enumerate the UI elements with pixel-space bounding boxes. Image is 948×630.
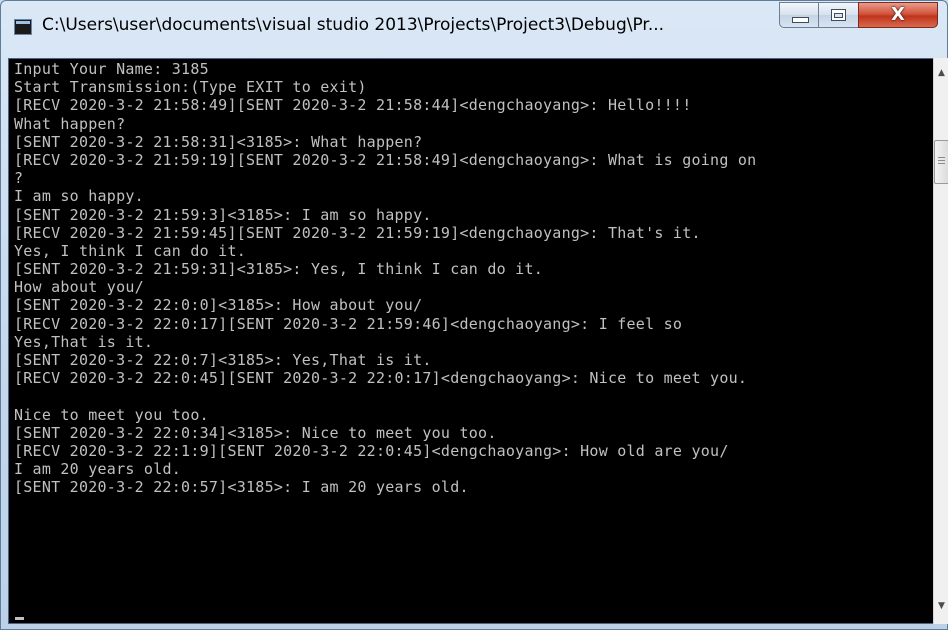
grip-icon — [938, 157, 945, 166]
console-line: Start Transmission:(Type EXIT to exit) — [14, 78, 367, 97]
console-line: [RECV 2020-3-2 21:58:49][SENT 2020-3-2 2… — [14, 96, 692, 115]
console-line: Input Your Name: 3185 — [14, 60, 209, 78]
console-line: [SENT 2020-3-2 22:0:7]<3185>: Yes,That i… — [14, 351, 432, 369]
minimize-button[interactable] — [779, 2, 819, 28]
console-line: Yes, I think I can do it. — [14, 241, 247, 260]
console-line: Nice to meet you too. — [14, 405, 209, 424]
console-line: [SENT 2020-3-2 21:59:31]<3185>: Yes, I t… — [14, 260, 544, 279]
console-line: [SENT 2020-3-2 22:0:0]<3185>: How about … — [14, 296, 423, 315]
minimize-icon — [792, 17, 809, 23]
console-line: [RECV 2020-3-2 21:59:45][SENT 2020-3-2 2… — [14, 223, 701, 242]
scroll-down-icon[interactable]: ▼ — [934, 598, 948, 615]
console-line: [RECV 2020-3-2 22:0:45][SENT 2020-3-2 22… — [14, 369, 748, 388]
maximize-icon — [831, 9, 846, 21]
console-line: I am so happy. — [14, 187, 144, 206]
console-line: Yes,That is it. — [14, 332, 154, 351]
console-line: [SENT 2020-3-2 21:59:3]<3185>: I am so h… — [14, 205, 432, 224]
scroll-up-icon[interactable]: ▲ — [934, 65, 948, 82]
console-output[interactable]: Input Your Name: 3185 Start Transmission:… — [8, 58, 934, 624]
window-title: C:\Users\user\documents\visual studio 20… — [42, 15, 665, 35]
console-line: [RECV 2020-3-2 21:59:19][SENT 2020-3-2 2… — [14, 150, 757, 169]
close-button[interactable]: X — [858, 2, 938, 28]
close-icon: X — [891, 4, 905, 25]
title-bar[interactable]: C:\Users\user\documents\visual studio 20… — [1, 1, 947, 51]
console-text: Input Your Name: 3185 Start Transmission:… — [14, 60, 922, 497]
console-line: [SENT 2020-3-2 22:0:57]<3185>: I am 20 y… — [14, 478, 469, 497]
maximize-button[interactable] — [818, 2, 859, 28]
console-line: [RECV 2020-3-2 22:0:17][SENT 2020-3-2 21… — [14, 314, 683, 333]
vertical-scrollbar[interactable]: ▲ ▼ — [933, 58, 948, 624]
console-line: What happen? — [14, 114, 126, 133]
console-line: How about you/ — [14, 278, 144, 297]
console-line: I am 20 years old. — [14, 460, 182, 479]
console-app-icon[interactable] — [14, 19, 32, 35]
console-window: C:\Users\user\documents\visual studio 20… — [0, 0, 948, 630]
scrollbar-thumb[interactable] — [934, 140, 948, 184]
console-line: [RECV 2020-3-2 22:1:9][SENT 2020-3-2 22:… — [14, 441, 729, 460]
console-line: [SENT 2020-3-2 22:0:34]<3185>: Nice to m… — [14, 423, 497, 442]
text-cursor — [15, 617, 24, 620]
console-line: ? — [14, 169, 24, 188]
console-line: [SENT 2020-3-2 21:58:31]<3185>: What hap… — [14, 132, 423, 151]
